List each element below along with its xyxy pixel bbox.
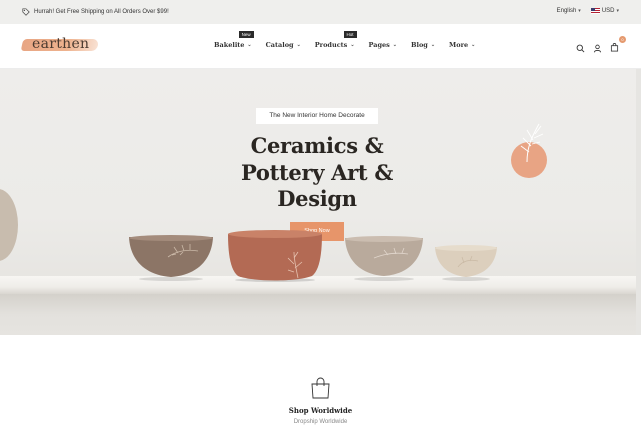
nav-item-more[interactable]: More ⌄ [449,41,475,49]
nav-item-blog[interactable]: Blog ⌄ [411,41,435,49]
nav-item-catalog[interactable]: Catalog ⌄ [266,41,301,49]
cart-icon [610,43,619,52]
headline-line: Pottery Art & [240,159,393,185]
nav-badge-new: New [238,31,254,38]
currency-selector[interactable]: USD ▾ [590,8,619,14]
nav-label: Catalog [265,41,294,49]
hero-eyebrow: The New Interior Home Decorate [256,108,378,124]
nav-label: More [449,41,469,49]
chevron-down-icon: ▾ [578,8,581,14]
bowl-cream [435,245,497,281]
announcement-bar: Hurrah! Get Free Shipping on All Orders … [0,0,641,24]
nav-badge-hot: Hot [343,31,357,38]
nav-item-bakelite[interactable]: Bakelite ⌄ New [214,31,254,49]
service-subtitle: Dropship Worldwide [293,419,348,425]
headline-line: Ceramics & [250,133,384,158]
cart-button[interactable]: 0 [610,36,626,57]
header-icons: 0 [576,36,626,57]
chevron-down-icon: ⌄ [350,42,355,48]
wall-art-plant-icon [511,123,547,178]
shopping-bag-icon [311,377,330,399]
user-icon[interactable] [593,44,602,53]
decorative-vase-shape [0,189,18,261]
promo-text: Hurrah! Get Free Shipping on All Orders … [34,9,169,15]
service-section: Shop Worldwide Dropship Worldwide [0,335,641,433]
search-icon[interactable] [576,44,585,53]
nav-item-products[interactable]: Products ⌄ Hot [314,31,357,49]
language-selector[interactable]: English ▾ [557,8,581,14]
nav-label: Bakelite [214,41,245,49]
cart-count-badge: 0 [619,36,626,43]
main-nav: Bakelite ⌄ New Catalog ⌄ Products ⌄ Hot … [214,31,475,49]
chevron-down-icon: ⌄ [430,42,436,48]
chevron-down-icon: ▾ [616,8,619,14]
logo[interactable]: earthen [20,35,100,55]
hero-banner: The New Interior Home Decorate Ceramics … [0,69,641,335]
bowl-terracotta [228,230,322,282]
site-header: earthen Bakelite ⌄ New Catalog ⌄ Product… [0,24,641,69]
bowl-brown [129,235,213,281]
hero-edge [636,69,641,335]
chevron-down-icon: ⌄ [471,42,476,48]
logo-text: earthen [32,36,90,52]
service-title: Shop Worldwide [288,406,353,415]
language-label: English [556,8,577,14]
nav-label: Pages [368,41,390,49]
headline-line: Design [277,186,357,211]
hero-headline: Ceramics & Pottery Art & Design [216,133,418,213]
nav-label: Blog [411,41,428,49]
chevron-down-icon: ⌄ [296,42,301,48]
shelf-shadow [0,294,641,335]
currency-label: USD [601,8,615,14]
nav-item-pages[interactable]: Pages ⌄ [369,41,397,49]
promo-message: Hurrah! Get Free Shipping on All Orders … [22,8,169,16]
chevron-down-icon: ⌄ [247,42,252,48]
tag-icon [22,8,30,16]
us-flag-icon [590,8,600,14]
bowl-grey [345,236,423,281]
chevron-down-icon: ⌄ [392,42,397,48]
nav-label: Products [314,41,348,49]
